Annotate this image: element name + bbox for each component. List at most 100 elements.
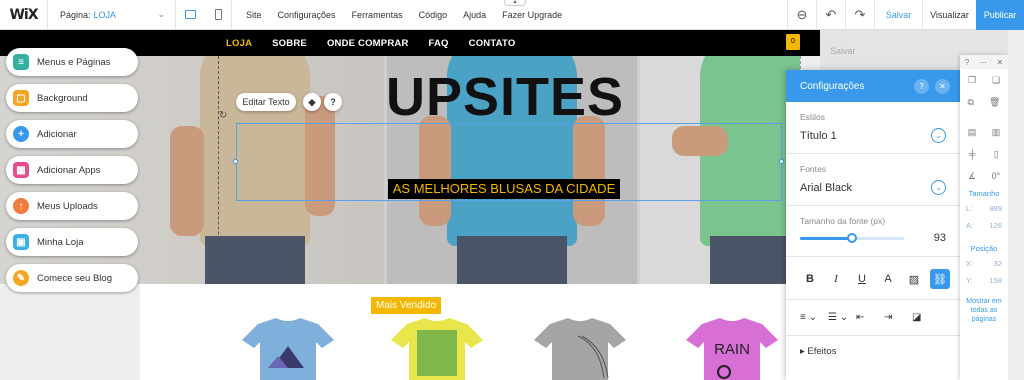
menu-code[interactable]: Código — [419, 10, 448, 20]
distribute-icon[interactable]: ▯ — [994, 149, 999, 160]
rotate-angle-icon[interactable]: ∡ — [968, 171, 976, 182]
undo-icon[interactable]: ↶ — [816, 0, 845, 30]
arrange-back-icon[interactable]: ▥ — [992, 127, 1001, 138]
y-value[interactable]: 158 — [989, 276, 1002, 285]
collapse-toolbar-handle[interactable]: ▴ — [504, 0, 526, 6]
chevron-down-icon: ⌄ — [931, 128, 946, 143]
styles-label: Estilos — [800, 112, 826, 122]
effects-label: Efeitos — [807, 346, 837, 357]
x-value[interactable]: 32 — [994, 259, 1002, 268]
page-selector[interactable]: Página: LOJA ⌄ — [48, 0, 176, 30]
rotation-value[interactable]: 0° — [992, 171, 1001, 181]
align-icon[interactable]: ≡ ⌄ — [800, 312, 828, 323]
menu-settings[interactable]: Configurações — [278, 10, 336, 20]
desktop-icon[interactable] — [185, 10, 197, 19]
font-size-value[interactable]: 93 — [934, 232, 946, 244]
x-label: X: — [966, 259, 974, 268]
zoom-out-icon[interactable]: ⊖ — [787, 0, 816, 30]
format-toolbar: B I U A ▨ ⛓ — [786, 257, 960, 300]
menu-site[interactable]: Site — [246, 10, 262, 20]
position-label: Posição — [970, 244, 998, 253]
font-size-slider[interactable] — [800, 232, 904, 243]
product-tshirt-blue[interactable] — [238, 316, 338, 380]
resize-handle[interactable] — [233, 159, 238, 164]
align-objects-icon[interactable]: ╪ — [969, 149, 975, 159]
edit-text-button[interactable]: Editar Texto — [236, 93, 296, 111]
highlight-icon[interactable]: ▨ — [904, 269, 924, 289]
hero-subtitle[interactable]: AS MELHORES BLUSAS DA CIDADE — [388, 179, 620, 199]
arrange-icon[interactable]: ▤ — [968, 127, 977, 138]
delete-icon[interactable]: 🗑 — [989, 97, 1000, 108]
alignment-toolbar: ≡ ⌄ ☰ ⌄ ⇤ ⇥ ◪ — [786, 300, 960, 336]
underline-icon[interactable]: U — [852, 269, 872, 289]
menu-help[interactable]: Ajuda — [463, 10, 486, 20]
copy-icon[interactable]: ❐ — [968, 75, 976, 86]
product-tshirt-text: RAIN — [714, 341, 750, 358]
nav-item-onde-comprar[interactable]: ONDE COMPRAR — [327, 38, 409, 49]
site-navigation: LOJA SOBRE ONDE COMPRAR FAQ CONTATO — [140, 30, 820, 56]
fonts-dropdown[interactable]: Arial Black ⌄ — [800, 180, 946, 205]
width-label: L: — [966, 204, 973, 213]
nav-item-sobre[interactable]: SOBRE — [272, 38, 307, 49]
height-value[interactable]: 126 — [989, 221, 1002, 230]
sidebar-item-add[interactable]: + Adicionar — [6, 120, 138, 148]
italic-icon[interactable]: I — [826, 269, 846, 289]
topbar-actions: ⊖ ↶ ↷ Salvar Visualizar Publicar — [787, 0, 1024, 30]
wix-logo: WiX — [0, 0, 48, 30]
preview-button[interactable]: Visualizar — [922, 0, 976, 30]
text-color-icon[interactable]: A — [878, 269, 898, 289]
show-all-pages-toggle[interactable]: Mostrar em todas as páginas — [960, 295, 1008, 326]
fonts-section: Fontes Arial Black ⌄ — [786, 154, 960, 206]
product-tshirt-purple[interactable]: RAIN — [682, 316, 782, 380]
save-button[interactable]: Salvar — [874, 0, 922, 30]
product-tshirt-gray[interactable] — [530, 316, 630, 380]
indent-decrease-icon[interactable]: ⇤ — [856, 312, 884, 323]
text-direction-icon[interactable]: ◪ — [912, 312, 940, 323]
help-icon[interactable]: ? — [965, 58, 969, 67]
redo-icon[interactable]: ↷ — [845, 0, 874, 30]
sidebar-item-label: Meus Uploads — [37, 200, 98, 212]
sidebar-item-background[interactable]: ▢ Background — [6, 84, 138, 112]
hero-title[interactable]: UPSITES — [340, 66, 670, 128]
sidebar-item-add-apps[interactable]: ▦ Adicionar Apps — [6, 156, 138, 184]
best-seller-badge: Mais Vendido — [371, 297, 441, 314]
settings-title: Configurações — [800, 80, 865, 92]
canvas-scrollbar[interactable] — [1008, 30, 1024, 380]
width-value[interactable]: 889 — [989, 204, 1002, 213]
close-icon[interactable]: ✕ — [996, 58, 1003, 67]
animation-icon[interactable]: ◆ — [303, 93, 321, 111]
sidebar-item-blog[interactable]: ✎ Comece seu Blog — [6, 264, 138, 292]
bold-icon[interactable]: B — [800, 269, 820, 289]
indent-increase-icon[interactable]: ⇥ — [884, 312, 912, 323]
ghost-save-tooltip: Salvar — [830, 46, 856, 56]
duplicate-icon[interactable]: ⧉ — [968, 97, 974, 108]
paste-icon[interactable]: ❏ — [992, 75, 1000, 86]
menu-tools[interactable]: Ferramentas — [352, 10, 403, 20]
mobile-icon[interactable] — [214, 9, 222, 20]
sidebar-item-label: Minha Loja — [37, 236, 84, 248]
help-icon[interactable]: ? — [914, 78, 929, 94]
menu-upgrade[interactable]: Fazer Upgrade — [502, 10, 562, 20]
nav-item-faq[interactable]: FAQ — [429, 38, 449, 49]
resize-handle[interactable] — [779, 159, 784, 164]
height-label: A: — [966, 221, 974, 230]
help-icon[interactable]: ? — [324, 93, 342, 111]
upload-icon: ↑ — [13, 198, 29, 214]
close-icon[interactable]: ✕ — [935, 78, 950, 94]
sidebar-item-uploads[interactable]: ↑ Meus Uploads — [6, 192, 138, 220]
sidebar-item-store[interactable]: ▣ Minha Loja — [6, 228, 138, 256]
sidebar-item-menus-pages[interactable]: ≡ Menus e Páginas — [6, 48, 138, 76]
cart-icon[interactable]: 0 — [786, 34, 800, 50]
publish-button[interactable]: Publicar — [976, 0, 1024, 30]
nav-item-loja[interactable]: LOJA — [226, 38, 252, 49]
rotate-icon[interactable]: ↻ — [219, 110, 233, 124]
slider-handle[interactable] — [847, 232, 857, 243]
product-tshirt-yellow[interactable] — [387, 316, 487, 380]
model-jeans — [457, 236, 567, 284]
styles-dropdown[interactable]: Título 1 ⌄ — [800, 128, 946, 153]
nav-item-contato[interactable]: CONTATO — [469, 38, 516, 49]
effects-section[interactable]: ▸ Efeitos — [786, 336, 960, 367]
drag-handle-icon[interactable]: ⋯ — [979, 58, 987, 67]
list-icon[interactable]: ☰ ⌄ — [828, 312, 856, 323]
link-icon[interactable]: ⛓ — [930, 269, 950, 289]
